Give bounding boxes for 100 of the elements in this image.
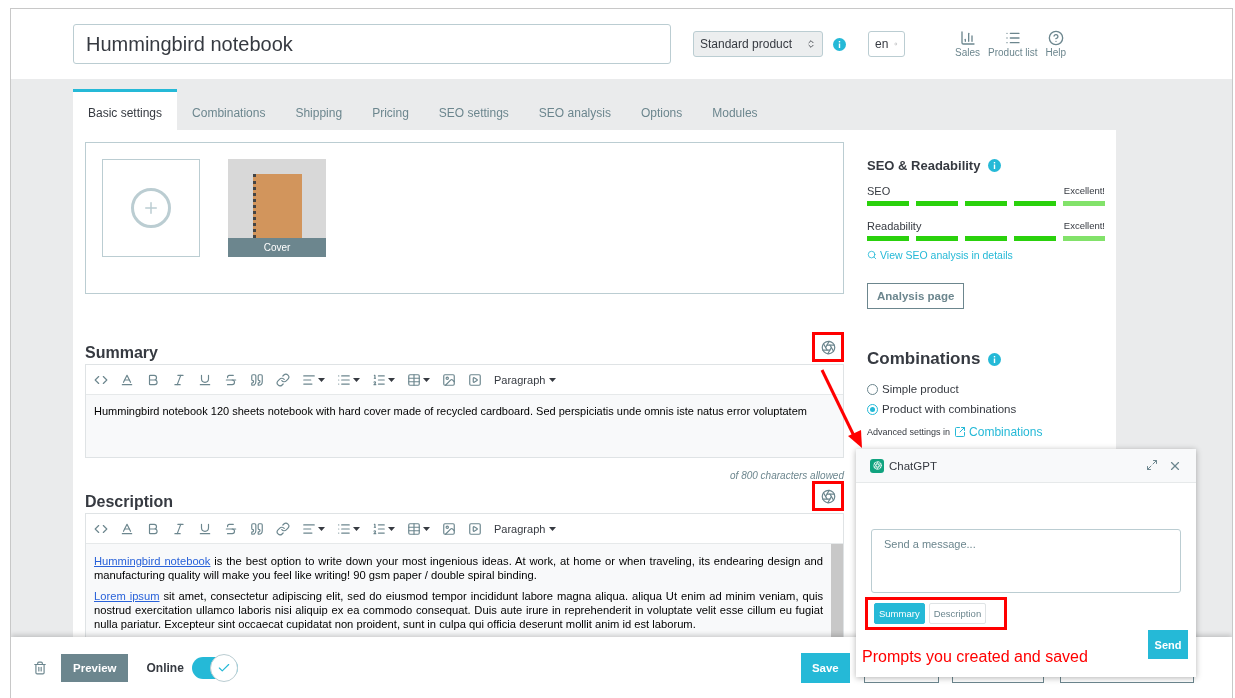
preview-button[interactable]: Preview [61,654,129,682]
table-icon[interactable] [407,521,421,536]
header-action-link[interactable]: Help [1045,30,1067,58]
product-type-select[interactable]: Standard product [693,31,823,57]
header-action-link[interactable]: Product list [988,30,1038,58]
bold-icon[interactable] [146,372,160,387]
image-icon[interactable] [442,372,456,387]
ai-button[interactable] [812,481,844,511]
underline-icon[interactable] [198,372,212,387]
online-toggle[interactable] [191,657,238,679]
summary-editor[interactable]: Paragraph Hummingbird notebook 120 sheets notebook with hard cover made of recycled cardboard. Sed perspiciatis unde omnis iste natus error voluptatem [85,364,844,458]
format-dropdown[interactable]: Paragraph [494,373,557,386]
aperture-icon [820,339,836,355]
seo-details-link[interactable]: View SEO analysis in details [867,249,1105,261]
caret-icon [549,526,557,531]
scrollbar[interactable] [831,544,843,637]
chat-title: ChatGPT [889,459,937,472]
caret-icon [549,377,557,382]
italic-icon[interactable] [172,372,186,387]
panel-title: Combinations [867,349,1105,369]
image-icon[interactable] [442,521,456,536]
text-link[interactable]: Lorem ipsum [94,590,160,602]
score-label: Readability [867,220,922,232]
tab[interactable]: SEO settings [423,89,524,130]
tab[interactable]: Modules [697,89,773,130]
plus-icon [142,199,160,217]
align-left-icon[interactable] [302,521,316,536]
description-editor[interactable] [85,513,844,637]
character-counter: of 800 characters allowed [729,470,844,481]
caret-icon [353,526,360,531]
header-action-link[interactable]: Sales [955,30,980,58]
product-name-field[interactable]: Hummingbird notebook [73,24,671,64]
section-title: Description [85,493,173,511]
check-icon [216,661,231,675]
analysis-page-button[interactable]: Analysis page [867,283,965,309]
text-link[interactable]: Hummingbird notebook [94,555,211,567]
tab[interactable]: SEO analysis [523,89,626,130]
tab[interactable]: Options [625,89,698,130]
image-caption: Cover [228,238,326,257]
caret-icon [353,377,360,382]
caret-icon [423,377,430,382]
text-color-icon[interactable] [120,372,134,387]
strikethrough-icon[interactable] [224,521,238,536]
link-icon[interactable] [276,372,290,387]
message-input[interactable]: Send a message... [871,529,1181,593]
italic-icon[interactable] [172,521,186,536]
ai-button[interactable] [812,332,844,362]
caret-icon [388,526,395,531]
expand-icon[interactable] [1146,458,1158,471]
prompt-chip[interactable]: Description [928,603,987,624]
radio-option[interactable]: Product with combinations [867,403,1105,415]
info-icon [988,159,1002,172]
video-icon[interactable] [468,372,482,387]
score-rating: Excellent! [1063,185,1105,197]
caret-icon [318,377,325,382]
score-label: SEO [867,185,891,197]
video-icon[interactable] [468,521,482,536]
annotation-note: Prompts you created and saved [862,648,1088,666]
external-link-icon [954,426,967,438]
combinations-link[interactable]: Combinations [954,425,1043,439]
help-icon [1047,30,1064,46]
score-rating: Excellent! [1063,220,1105,232]
caret-icon [318,526,325,531]
tab[interactable]: Shipping [280,89,358,130]
section-title: Summary [85,344,158,362]
quote-icon[interactable] [250,521,264,536]
numbered-list-icon[interactable] [372,372,386,387]
panel-title: SEO & Readability [867,158,1105,173]
numbered-list-icon[interactable] [372,521,386,536]
save-button[interactable]: Save [800,653,850,683]
info-icon [988,352,1002,366]
table-icon[interactable] [407,372,421,387]
editor-text: Hummingbird notebook 120 sheets notebook with hard cover made of recycled cardboard. Sed perspiciatis unde omnis iste natus error voluptatem [94,405,807,417]
strikethrough-icon[interactable] [224,372,238,387]
chart-icon [959,30,976,46]
link-icon[interactable] [276,521,290,536]
send-button[interactable]: Send [1148,630,1188,659]
bullet-list-icon[interactable] [337,521,351,536]
advanced-label: Advanced settings in [867,427,951,437]
align-left-icon[interactable] [302,372,316,387]
text-color-icon[interactable] [120,521,134,536]
trash-icon[interactable] [33,661,47,675]
underline-icon[interactable] [198,521,212,536]
radio-option[interactable]: Simple product [867,383,1105,395]
bold-icon[interactable] [146,521,160,536]
prompt-chip[interactable]: Summary [874,603,925,624]
bullet-list-icon[interactable] [337,372,351,387]
language-select[interactable]: en [868,31,905,57]
quote-icon[interactable] [250,372,264,387]
aperture-icon [820,488,836,504]
tab[interactable]: Combinations [177,89,281,130]
caret-icon [388,377,395,382]
add-image-tile[interactable] [102,159,200,257]
info-icon [833,37,846,51]
list-icon [1004,30,1021,46]
editor-paragraph: Lorem ipsum sit amet, consectetur adipiscing elit, sed do eiusmod tempor incididunt labore magna aliqua. aliqua Ut enim ad minim veniam, quis nostrud exercitation ullamco laboris nisi aliquip ex ea commodo consequat. Duis aute irure in reprehenderit in voluptate velit esse cillum eu fugiat nulla pariatur. Excepteur sint occaecat cupidatat non proident, sunt in culpa qui officia deserunt mollit anim id est laborum. [94,589,823,631]
format-dropdown[interactable]: Paragraph [494,522,557,535]
tab[interactable]: Pricing [357,89,424,130]
online-label: Online [146,661,184,675]
tab[interactable]: Basic settings [73,89,178,130]
